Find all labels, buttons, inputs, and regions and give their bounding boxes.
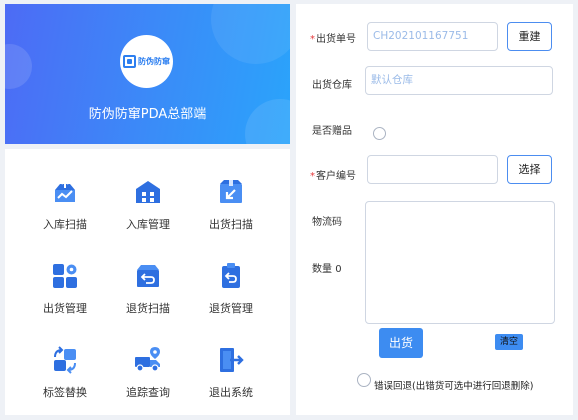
gift-label: 是否赠品 bbox=[312, 126, 352, 137]
menu-item-label: 退出系统 bbox=[209, 386, 253, 399]
inbound-scan-icon bbox=[55, 178, 75, 202]
customer-label-text: 客户编号 bbox=[316, 171, 356, 182]
ship-button[interactable]: 出货 bbox=[379, 328, 423, 358]
app-title: 防伪防窜PDA总部端 bbox=[88, 107, 207, 122]
quantity-value: 0 bbox=[335, 264, 342, 275]
select-button[interactable]: 选择 bbox=[507, 155, 552, 184]
menu-item-outbound-manage[interactable]: 出货管理 bbox=[25, 262, 105, 322]
menu-item-label-replace[interactable]: 标签替换 bbox=[25, 346, 105, 406]
order-no-label-text: 出货单号 bbox=[316, 34, 356, 45]
menu-item-track-query[interactable]: 追踪查询 bbox=[108, 346, 188, 406]
order-no-input[interactable]: CH202101167751 bbox=[367, 22, 498, 51]
truck-location-icon bbox=[135, 347, 160, 372]
outbound-scan-icon bbox=[220, 180, 242, 203]
customer-label: *客户编号 bbox=[310, 167, 356, 182]
customer-input[interactable] bbox=[367, 155, 498, 184]
menu-item-label: 退货管理 bbox=[209, 302, 253, 315]
header-banner: 防伪防窜 防伪防窜PDA总部端 bbox=[5, 4, 290, 144]
menu-grid: 入库扫描 入库管理 出货扫描 出货管理 退货扫描 退货管理 标签替换 追踪查询 … bbox=[5, 149, 290, 415]
exit-door-icon bbox=[220, 348, 244, 372]
logo-text: 防伪防窜 bbox=[138, 57, 170, 66]
logo-mark-icon bbox=[123, 55, 136, 68]
required-mark: * bbox=[310, 171, 315, 182]
decor-bubble bbox=[5, 44, 32, 89]
logistics-label: 物流码 bbox=[312, 217, 342, 228]
menu-item-label: 标签替换 bbox=[43, 386, 87, 399]
gift-radio[interactable] bbox=[373, 127, 386, 140]
return-box-icon bbox=[137, 265, 159, 287]
order-no-label: *出货单号 bbox=[310, 30, 356, 45]
menu-item-return-manage[interactable]: 退货管理 bbox=[191, 262, 271, 322]
rollback-label: 错误回退(出错货可选中进行回退删除) bbox=[374, 381, 534, 392]
clear-button[interactable]: 清空 bbox=[495, 334, 523, 350]
menu-item-label: 追踪查询 bbox=[126, 386, 170, 399]
grid-settings-icon bbox=[53, 264, 77, 288]
quantity-label: 数量 0 bbox=[312, 260, 342, 275]
decor-bubble bbox=[211, 4, 290, 64]
menu-item-label: 出货扫描 bbox=[209, 218, 253, 231]
menu-item-label: 出货管理 bbox=[43, 302, 87, 315]
return-clipboard-icon bbox=[222, 263, 240, 288]
menu-item-label: 入库扫描 bbox=[43, 218, 87, 231]
menu-item-label: 退货扫描 bbox=[126, 302, 170, 315]
menu-item-exit[interactable]: 退出系统 bbox=[191, 346, 271, 406]
required-mark: * bbox=[310, 34, 315, 45]
app-logo: 防伪防窜 bbox=[120, 35, 173, 88]
warehouse-label: 出货仓库 bbox=[312, 80, 352, 91]
rollback-radio[interactable] bbox=[357, 373, 371, 387]
warehouse-icon bbox=[136, 181, 160, 203]
swap-arrows-icon bbox=[54, 346, 76, 374]
right-panel: *出货单号 CH202101167751 重建 出货仓库 默认仓库 是否赠品 *… bbox=[296, 4, 573, 415]
quantity-label-text: 数量 bbox=[312, 264, 332, 275]
menu-item-inbound-manage[interactable]: 入库管理 bbox=[108, 178, 188, 238]
left-panel: 防伪防窜 防伪防窜PDA总部端 入库扫描 入库管理 出货扫描 出货管理 退货扫描… bbox=[5, 4, 290, 415]
reset-button[interactable]: 重建 bbox=[507, 22, 552, 51]
menu-item-label: 入库管理 bbox=[126, 218, 170, 231]
logistics-code-textarea[interactable] bbox=[365, 201, 555, 324]
menu-item-return-scan[interactable]: 退货扫描 bbox=[108, 262, 188, 322]
warehouse-input[interactable]: 默认仓库 bbox=[365, 66, 553, 95]
menu-item-outbound-scan[interactable]: 出货扫描 bbox=[191, 178, 271, 238]
menu-item-inbound-scan[interactable]: 入库扫描 bbox=[25, 178, 105, 238]
